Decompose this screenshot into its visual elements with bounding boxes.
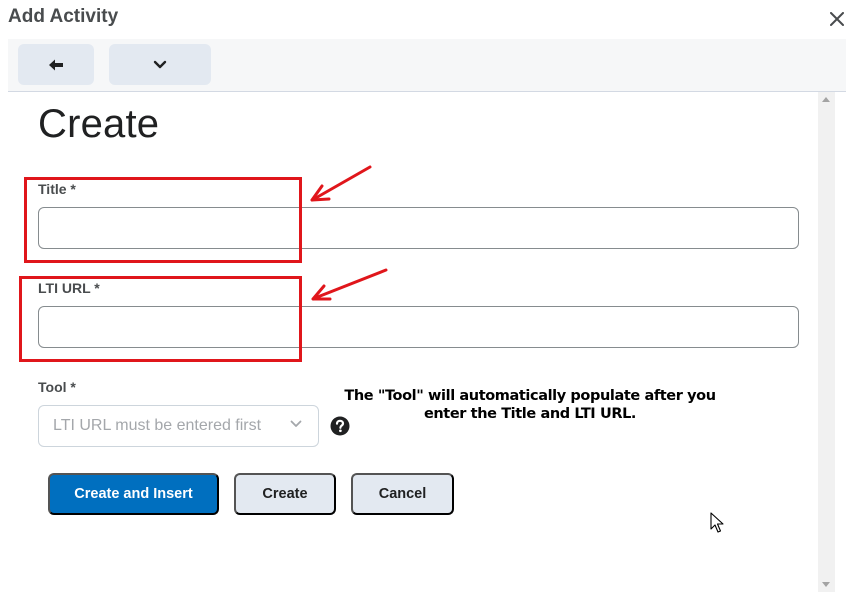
- scroll-up-arrow-icon[interactable]: [822, 97, 830, 102]
- highlight-box-title: [24, 177, 302, 263]
- tool-select[interactable]: LTI URL must be entered first: [38, 405, 319, 447]
- create-button[interactable]: Create: [234, 473, 336, 515]
- arrow-to-lti-url: [311, 268, 388, 301]
- dialog-title: Add Activity: [8, 6, 119, 27]
- highlight-box-lti-url: [19, 276, 302, 362]
- cancel-button[interactable]: Cancel: [351, 473, 454, 515]
- create-and-insert-button[interactable]: Create and Insert: [48, 473, 219, 515]
- tool-label: Tool *: [38, 379, 76, 395]
- toolbar: [8, 39, 846, 92]
- annotation-note: The "Tool" will automatically populate a…: [344, 388, 716, 422]
- chevron-down-icon: [290, 420, 302, 427]
- tool-select-placeholder: LTI URL must be entered first: [53, 417, 262, 434]
- arrow-to-title: [310, 165, 372, 202]
- back-button[interactable]: [18, 44, 94, 85]
- back-arrow-icon: [49, 59, 63, 70]
- close-button[interactable]: [826, 8, 848, 30]
- close-icon: [830, 12, 844, 26]
- mouse-cursor-icon: [710, 512, 724, 533]
- page-heading: Create: [38, 102, 160, 146]
- chevron-down-icon: [153, 60, 167, 69]
- scrollbar[interactable]: [818, 92, 835, 592]
- more-options-button[interactable]: [109, 44, 211, 85]
- annotation-arrows: [310, 165, 388, 301]
- scroll-down-arrow-icon[interactable]: [822, 582, 830, 587]
